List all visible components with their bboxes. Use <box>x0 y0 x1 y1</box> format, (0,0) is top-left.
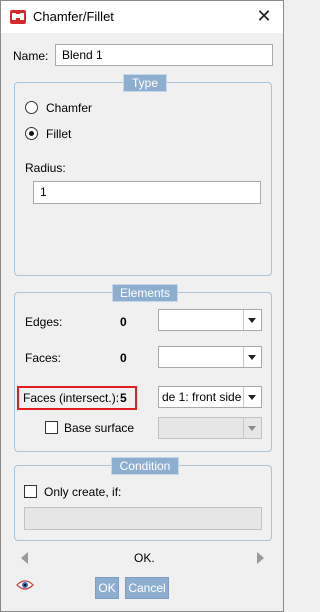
eye-icon[interactable] <box>16 579 34 591</box>
faces-intersect-label: Faces (intersect.): <box>23 391 120 405</box>
dropdown-arrow[interactable] <box>243 387 261 407</box>
nav-status-text: OK. <box>134 551 155 565</box>
window-title: Chamfer/Fillet <box>33 9 114 24</box>
fillet-radio[interactable] <box>25 127 38 140</box>
ok-button[interactable]: OK <box>95 577 119 599</box>
edges-dropdown[interactable] <box>158 309 262 331</box>
faces-intersect-count: 5 <box>120 391 127 405</box>
edges-count: 0 <box>120 315 127 329</box>
radius-field[interactable]: 1 <box>33 181 261 204</box>
chamfer-radio[interactable] <box>25 101 38 114</box>
faces-intersect-dropdown-value: de 1: front side <box>162 390 242 404</box>
type-group-legend: Type <box>123 74 167 92</box>
title-bar: Chamfer/Fillet ✕ <box>1 1 283 33</box>
chamfer-fillet-dialog: Chamfer/Fillet ✕ Name: Blend 1 Type Cham… <box>0 0 284 612</box>
base-surface-checkbox[interactable] <box>45 421 58 434</box>
faces-count: 0 <box>120 351 127 365</box>
base-surface-label[interactable]: Base surface <box>64 421 134 435</box>
chamfer-label[interactable]: Chamfer <box>46 101 92 115</box>
dropdown-arrow <box>243 418 261 438</box>
cancel-button[interactable]: Cancel <box>125 577 169 599</box>
dropdown-arrow[interactable] <box>243 347 261 367</box>
base-surface-dropdown <box>158 417 262 439</box>
only-create-label[interactable]: Only create, if: <box>44 485 121 499</box>
app-icon <box>10 10 26 24</box>
radius-value: 1 <box>40 185 47 199</box>
faces-dropdown[interactable] <box>158 346 262 368</box>
name-label: Name: <box>13 49 49 63</box>
close-icon[interactable]: ✕ <box>253 5 275 27</box>
name-field[interactable]: Blend 1 <box>55 44 273 66</box>
fillet-label[interactable]: Fillet <box>46 127 71 141</box>
edges-label: Edges: <box>25 315 63 329</box>
condition-field <box>24 507 262 530</box>
nav-left-arrow[interactable] <box>21 552 28 564</box>
nav-right-arrow[interactable] <box>257 552 264 564</box>
faces-intersect-dropdown[interactable]: de 1: front side <box>158 386 262 408</box>
faces-label: Faces: <box>25 351 62 365</box>
name-value: Blend 1 <box>62 48 103 62</box>
elements-group-legend: Elements <box>112 284 178 302</box>
dropdown-arrow[interactable] <box>243 310 261 330</box>
only-create-checkbox[interactable] <box>24 485 37 498</box>
condition-group-legend: Condition <box>111 457 179 475</box>
radius-label: Radius: <box>25 161 66 175</box>
